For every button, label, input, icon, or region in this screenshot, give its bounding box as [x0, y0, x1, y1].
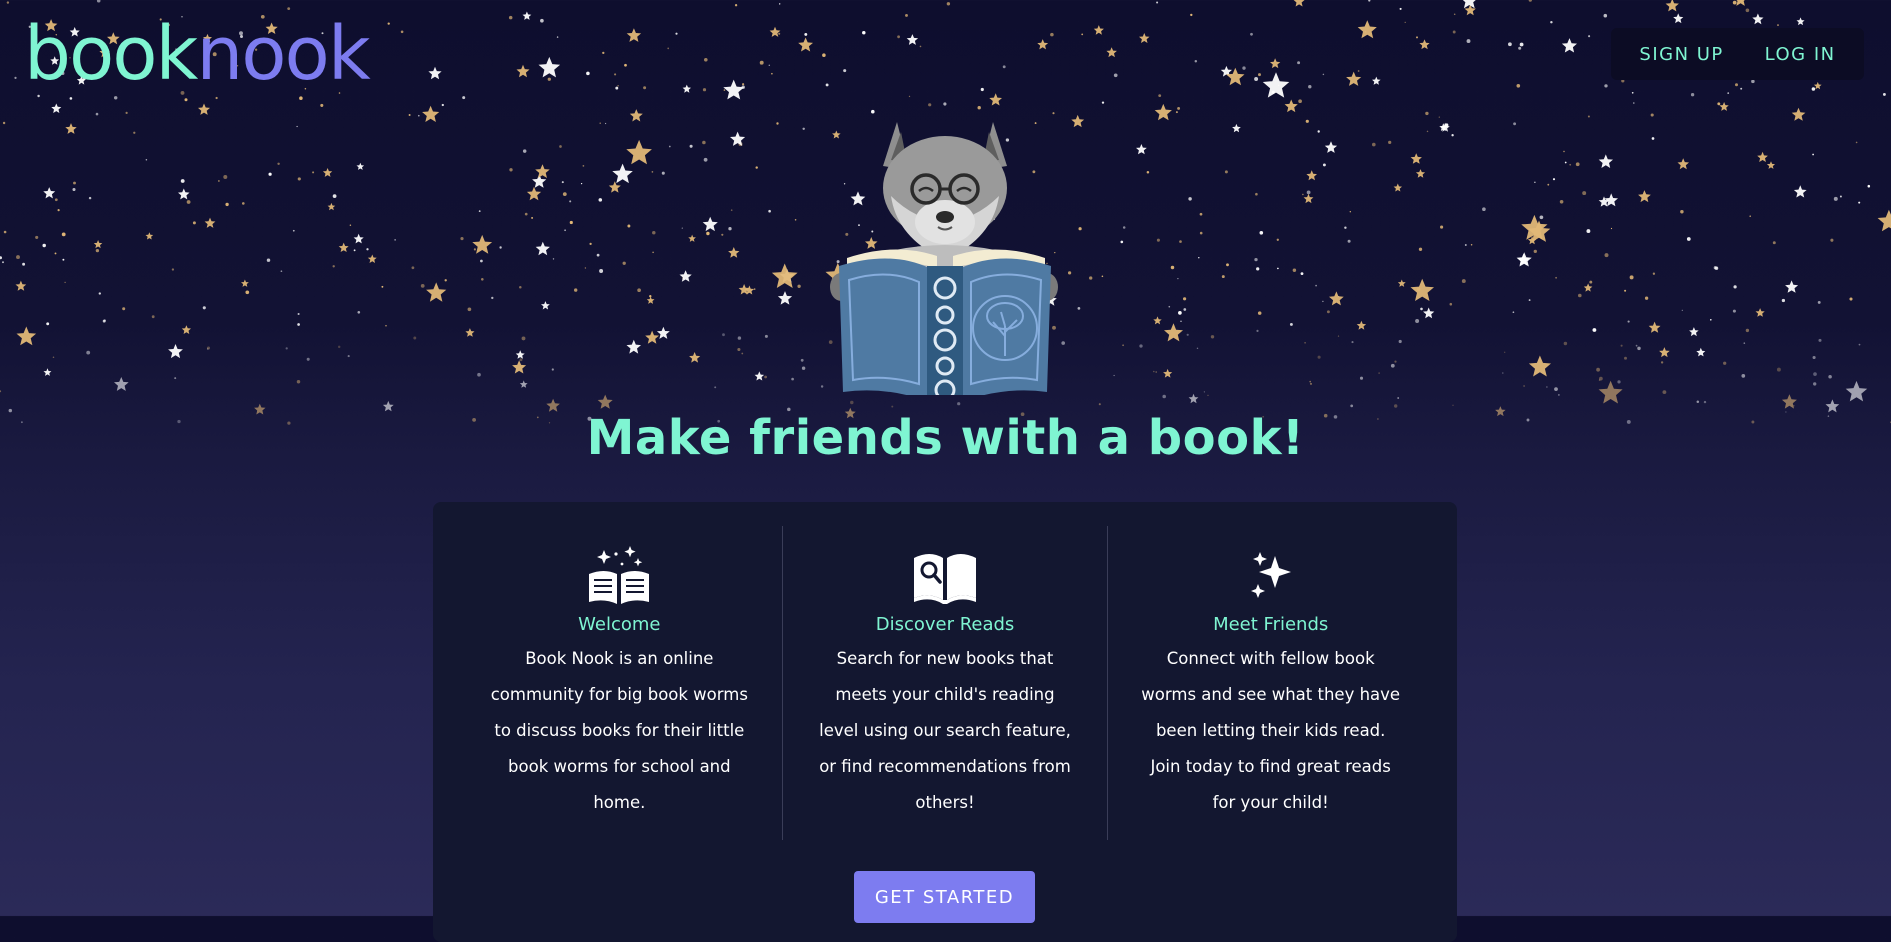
feature-title: Discover Reads: [875, 614, 1015, 635]
feature-welcome: Welcome Book Nook is an online community…: [457, 526, 782, 840]
feature-text: Connect with fellow book worms and see w…: [1141, 649, 1401, 812]
wolf-reading-book-illustration: [830, 122, 1058, 395]
sign-up-link[interactable]: SIGN UP: [1639, 44, 1723, 65]
feature-discover-reads: Discover Reads Search for new books that…: [781, 526, 1108, 840]
feature-text: Search for new books that meets your chi…: [819, 649, 1071, 812]
get-started-button[interactable]: GET STARTED: [854, 871, 1035, 923]
feature-title: Meet Friends: [1213, 614, 1329, 635]
features-card: Welcome Book Nook is an online community…: [433, 502, 1457, 942]
log-in-link[interactable]: LOG IN: [1765, 44, 1836, 65]
auth-nav: SIGN UP LOG IN: [1611, 28, 1864, 80]
sparkles-icon: [1250, 552, 1291, 598]
booknook-logo[interactable]: booknook: [24, 4, 371, 104]
book-search-icon: [914, 554, 976, 604]
open-book-sparkles-icon: [589, 546, 650, 604]
features-columns: Welcome Book Nook is an online community…: [457, 526, 1433, 840]
feature-title: Welcome: [578, 614, 661, 635]
logo-text-book: book: [24, 11, 198, 97]
feature-text: Book Nook is an online community for big…: [490, 649, 748, 812]
logo-text-nook: nook: [196, 11, 370, 97]
hero-headline: Make friends with a book!: [586, 410, 1305, 466]
feature-meet-friends: Meet Friends Connect with fellow book wo…: [1107, 526, 1433, 840]
